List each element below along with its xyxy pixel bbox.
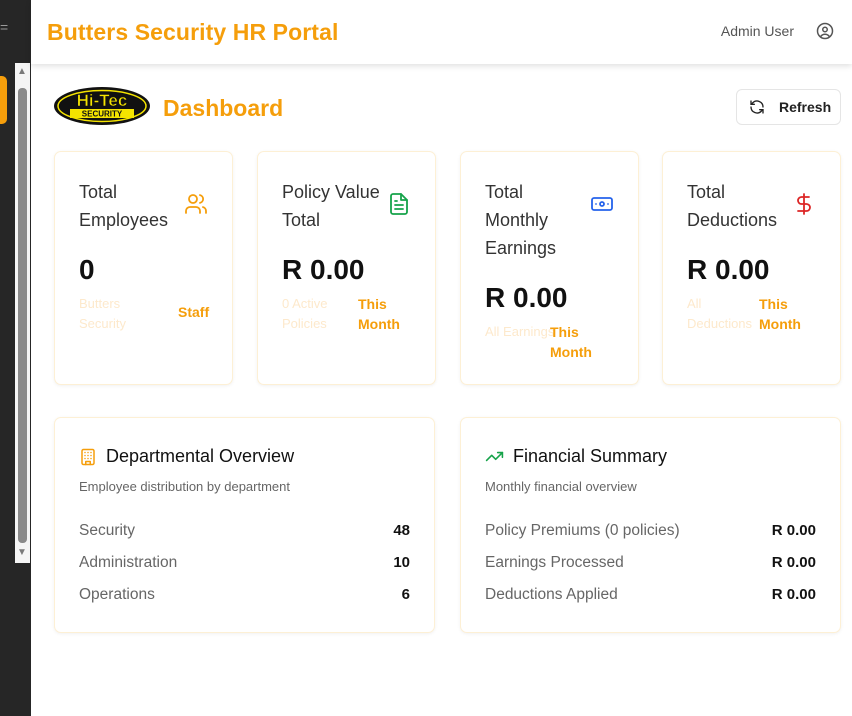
financial-amount: R 0.00 xyxy=(771,554,816,571)
card-title: Financial Summary xyxy=(513,446,668,466)
financial-list: Policy Premiums (0 policies) R 0.00 Earn… xyxy=(485,522,816,618)
trending-up-icon xyxy=(485,451,504,462)
sidebar: = ▲ ▼ xyxy=(0,0,31,716)
stat-value: R 0.00 xyxy=(687,254,770,285)
stat-subtext: All Deductions xyxy=(687,296,753,331)
dollar-icon xyxy=(797,193,811,215)
stat-tag: This Month xyxy=(358,296,400,332)
stat-card-employees: Total Employees 0 Butters Security Staff xyxy=(54,151,233,385)
stat-title: Total Deductions xyxy=(687,182,778,230)
building-icon xyxy=(81,448,95,465)
refresh-label: Refresh xyxy=(779,99,832,115)
list-item: Policy Premiums (0 policies) R 0.00 xyxy=(485,522,816,554)
financial-amount: R 0.00 xyxy=(771,522,816,539)
file-text-icon xyxy=(390,193,408,215)
page-title: Dashboard xyxy=(163,95,284,121)
scroll-down-arrow-icon[interactable]: ▼ xyxy=(17,548,27,558)
user-name[interactable]: Admin User xyxy=(721,23,794,39)
card-title: Departmental Overview xyxy=(106,446,295,466)
financial-label: Deductions Applied xyxy=(485,586,618,603)
card-description: Monthly financial overview xyxy=(485,479,637,494)
financial-amount: R 0.00 xyxy=(771,586,816,603)
stat-tag: Staff xyxy=(178,304,210,320)
department-count: 6 xyxy=(401,586,410,603)
list-item: Administration 10 xyxy=(79,554,410,586)
scrollbar[interactable]: ▲ ▼ xyxy=(15,63,30,563)
card-description: Employee distribution by department xyxy=(79,479,291,494)
stat-subtext: Butters Security xyxy=(79,296,126,331)
list-item: Operations 6 xyxy=(79,586,410,618)
department-name: Operations xyxy=(79,586,155,603)
refresh-button[interactable]: Refresh xyxy=(736,89,841,125)
stat-title: Total Employees xyxy=(79,182,169,230)
stat-value: R 0.00 xyxy=(282,254,365,285)
banknote-icon xyxy=(591,197,613,211)
stat-card-monthly-earnings: Total Monthly Earnings R 0.00 All Earnin… xyxy=(460,151,639,385)
logo-text: Hi-Tec xyxy=(77,91,128,110)
scroll-up-arrow-icon[interactable]: ▲ xyxy=(17,67,27,77)
sidebar-active-item[interactable] xyxy=(0,76,7,124)
refresh-icon xyxy=(750,100,764,114)
stat-card-policy-value: Policy Value Total R 0.00 0 Active Polic… xyxy=(257,151,436,385)
top-bar: Butters Security HR Portal Admin User xyxy=(31,0,852,64)
logo-subtext: SECURITY xyxy=(82,110,123,119)
financial-label: Policy Premiums (0 policies) xyxy=(485,522,680,539)
stat-title: Total Monthly Earnings xyxy=(485,182,557,258)
list-item: Security 48 xyxy=(79,522,410,554)
company-logo: Hi-Tec SECURITY xyxy=(54,87,150,125)
list-item: Earnings Processed R 0.00 xyxy=(485,554,816,586)
stat-value: 0 xyxy=(79,254,95,285)
department-name: Security xyxy=(79,522,135,539)
stat-tag: This Month xyxy=(550,324,592,360)
sidebar-toggle-icon[interactable]: = xyxy=(0,20,8,34)
list-item: Deductions Applied R 0.00 xyxy=(485,586,816,618)
user-circle-icon[interactable] xyxy=(816,22,834,40)
stat-tag: This Month xyxy=(759,296,801,332)
stat-value: R 0.00 xyxy=(485,282,568,313)
financial-label: Earnings Processed xyxy=(485,554,624,571)
stat-title: Policy Value Total xyxy=(282,182,380,230)
stat-subtext: 0 Active Policies xyxy=(282,296,328,331)
stat-card-deductions: Total Deductions R 0.00 All Deductions T… xyxy=(662,151,841,385)
stat-subtext: All Earnings xyxy=(485,324,555,339)
department-name: Administration xyxy=(79,554,178,571)
scrollbar-thumb[interactable] xyxy=(18,88,27,543)
department-count: 10 xyxy=(393,554,410,571)
main-content: Hi-Tec SECURITY Dashboard Refresh Total … xyxy=(31,64,852,716)
users-icon xyxy=(185,194,207,214)
department-list: Security 48 Administration 10 Operations… xyxy=(79,522,410,618)
departmental-overview-card: Departmental Overview Employee distribut… xyxy=(54,417,435,633)
financial-summary-card: Financial Summary Monthly financial over… xyxy=(460,417,841,633)
department-count: 48 xyxy=(393,522,410,539)
app-title: Butters Security HR Portal xyxy=(47,19,339,45)
